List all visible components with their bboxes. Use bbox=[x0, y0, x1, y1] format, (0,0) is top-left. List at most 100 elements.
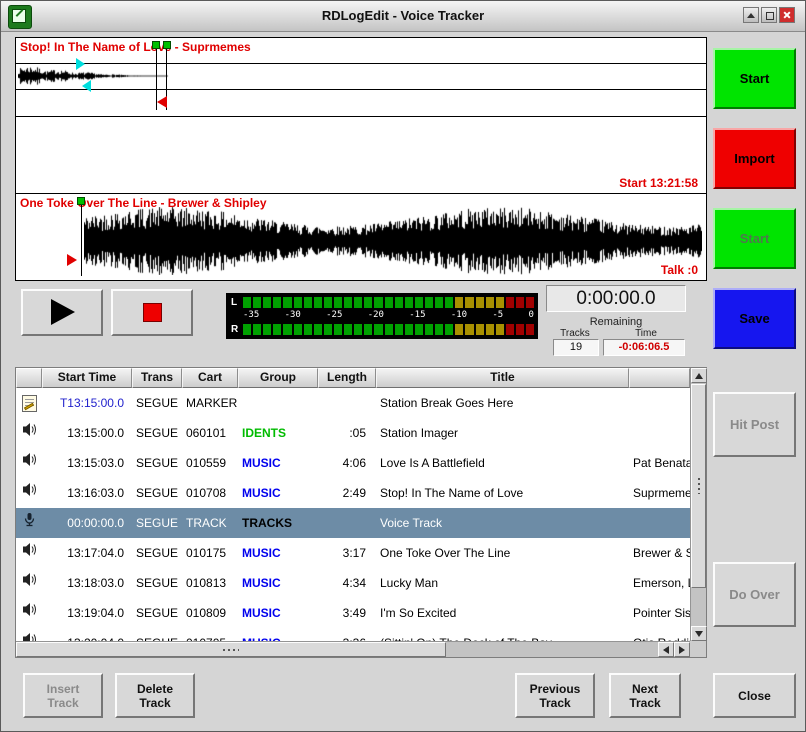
log-row[interactable]: 13:20:04.0SEGUE010705MUSIC3:36(Sittin' O… bbox=[16, 628, 690, 641]
meter-segment-left bbox=[283, 297, 291, 308]
voice-track-panel[interactable]: Start 13:21:58 bbox=[16, 117, 706, 194]
rdlogedit-voice-tracker-window: RDLogEdit - Voice Tracker Stop! In The N… bbox=[0, 0, 806, 732]
track2-panel[interactable]: One Toke Over The Line - Brewer & Shiple… bbox=[16, 194, 706, 280]
speaker-icon bbox=[22, 628, 37, 641]
meter-right-row bbox=[243, 324, 534, 335]
header-cart[interactable]: Cart bbox=[182, 368, 238, 388]
vertical-scrollbar[interactable] bbox=[690, 368, 706, 641]
cell-icon bbox=[16, 598, 42, 628]
header-length[interactable]: Length bbox=[318, 368, 376, 388]
tracks-remaining-label: Tracks bbox=[549, 328, 601, 339]
segue-end-handle-icon[interactable] bbox=[163, 41, 171, 49]
shade-window-button[interactable] bbox=[743, 7, 759, 23]
close-window-button[interactable] bbox=[779, 7, 795, 23]
fade-out-marker-icon[interactable] bbox=[82, 80, 91, 92]
log-row[interactable]: 13:19:04.0SEGUE010809MUSIC3:49I'm So Exc… bbox=[16, 598, 690, 628]
import-button[interactable]: Import bbox=[713, 128, 796, 189]
log-row[interactable]: 13:16:03.0SEGUE010708MUSIC2:49Stop! In T… bbox=[16, 478, 690, 508]
cell-group bbox=[238, 388, 318, 418]
next-track-button[interactable]: Next Track bbox=[609, 673, 681, 718]
tracks-remaining-value: 19 bbox=[553, 339, 599, 356]
speaker-icon bbox=[22, 448, 37, 478]
cell-artist: Emerson, L bbox=[629, 568, 690, 598]
vertical-scrollbar-thumb[interactable] bbox=[691, 384, 706, 588]
meter-segment-right bbox=[374, 324, 382, 335]
stop-button[interactable] bbox=[111, 289, 193, 336]
meter-segment-left bbox=[294, 297, 302, 308]
cell-length: :05 bbox=[318, 418, 376, 448]
header-time[interactable]: Start Time bbox=[42, 368, 132, 388]
save-button[interactable]: Save bbox=[713, 288, 796, 349]
delete-track-button[interactable]: Delete Track bbox=[115, 673, 195, 718]
horizontal-scrollbar[interactable] bbox=[16, 641, 690, 657]
play-button[interactable] bbox=[21, 289, 103, 336]
start-top-button[interactable]: Start bbox=[713, 48, 796, 109]
meter-segment-left bbox=[253, 297, 261, 308]
meter-segment-right bbox=[506, 324, 514, 335]
header-icon-column[interactable] bbox=[16, 368, 42, 388]
scroll-up-button[interactable] bbox=[691, 368, 707, 383]
time-remaining-label: Time bbox=[607, 328, 685, 339]
scroll-down-button[interactable] bbox=[691, 626, 707, 641]
meter-segment-left bbox=[476, 297, 484, 308]
track-end-marker-icon[interactable] bbox=[157, 96, 167, 108]
track2-start-marker-icon[interactable] bbox=[67, 254, 77, 266]
meter-segment-left bbox=[486, 297, 494, 308]
track1-panel[interactable]: Stop! In The Name of Love - Suprmemes bbox=[16, 38, 706, 117]
header-artist[interactable] bbox=[629, 368, 690, 388]
meter-segment-left bbox=[465, 297, 473, 308]
cell-artist: Pat Benatar bbox=[629, 448, 690, 478]
log-row[interactable]: 13:15:00.0SEGUE060101IDENTS:05Station Im… bbox=[16, 418, 690, 448]
horizontal-scrollbar-thumb[interactable] bbox=[16, 642, 446, 657]
cell-trans: SEGUE bbox=[132, 478, 182, 508]
meter-scale-tick: -15 bbox=[409, 310, 425, 322]
close-track-button[interactable]: Close bbox=[713, 673, 796, 718]
track2-waveform[interactable] bbox=[84, 207, 702, 275]
meter-segment-left bbox=[425, 297, 433, 308]
header-group[interactable]: Group bbox=[238, 368, 318, 388]
meter-scale-tick: -35 bbox=[243, 310, 259, 322]
meter-segment-right bbox=[273, 324, 281, 335]
header-trans[interactable]: Trans bbox=[132, 368, 182, 388]
track2-start-handle-icon[interactable] bbox=[77, 197, 85, 205]
log-row[interactable]: T13:15:00.0SEGUEMARKERStation Break Goes… bbox=[16, 388, 690, 418]
fade-in-marker-icon[interactable] bbox=[76, 58, 85, 70]
log-row[interactable]: 13:17:04.0SEGUE010175MUSIC3:17One Toke O… bbox=[16, 538, 690, 568]
scroll-left-button[interactable] bbox=[658, 642, 674, 657]
cell-cart: TRACK bbox=[182, 508, 238, 538]
meter-right-label: R bbox=[231, 324, 238, 335]
meter-segment-left bbox=[263, 297, 271, 308]
maximize-window-button[interactable] bbox=[761, 7, 777, 23]
cell-group: MUSIC bbox=[238, 598, 318, 628]
track2-start-line[interactable] bbox=[81, 198, 82, 276]
log-row[interactable]: 13:15:03.0SEGUE010559MUSIC4:06Love Is A … bbox=[16, 448, 690, 478]
scroll-right-button[interactable] bbox=[674, 642, 690, 657]
meter-segment-right bbox=[263, 324, 271, 335]
cell-trans: SEGUE bbox=[132, 628, 182, 641]
cell-cart: MARKER bbox=[182, 388, 238, 418]
log-row-selected[interactable]: 00:00:00.0SEGUETRACKTRACKSVoice Track bbox=[16, 508, 690, 538]
log-row[interactable]: 13:18:03.0SEGUE010813MUSIC4:34Lucky ManE… bbox=[16, 568, 690, 598]
cell-icon bbox=[16, 418, 42, 448]
cell-length: 4:34 bbox=[318, 568, 376, 598]
insert-track-button: Insert Track bbox=[23, 673, 103, 718]
cell-group: TRACKS bbox=[238, 508, 318, 538]
previous-track-button[interactable]: Previous Track bbox=[515, 673, 595, 718]
shade-icon bbox=[747, 13, 755, 18]
meter-segment-left bbox=[415, 297, 423, 308]
do-over-button: Do Over bbox=[713, 562, 796, 627]
track1-waveform[interactable] bbox=[18, 64, 178, 88]
time-remaining-value: -0:06:06.5 bbox=[603, 339, 685, 356]
segue-start-handle-icon[interactable] bbox=[152, 41, 160, 49]
cell-time: 00:00:00.0 bbox=[42, 508, 132, 538]
cell-trans: SEGUE bbox=[132, 538, 182, 568]
meter-scale: -35-30-25-20-15-10-50 bbox=[243, 310, 534, 322]
track1-strip-bottom-line bbox=[16, 89, 706, 90]
meter-segment-left bbox=[395, 297, 403, 308]
audio-level-meter: L -35-30-25-20-15-10-50 R bbox=[226, 293, 538, 339]
scroll-down-icon bbox=[695, 631, 703, 637]
waveform-editor[interactable]: Stop! In The Name of Love - Suprmemes St… bbox=[15, 37, 707, 281]
play-icon bbox=[51, 299, 75, 325]
titlebar[interactable]: RDLogEdit - Voice Tracker bbox=[1, 1, 805, 32]
header-title[interactable]: Title bbox=[376, 368, 629, 388]
